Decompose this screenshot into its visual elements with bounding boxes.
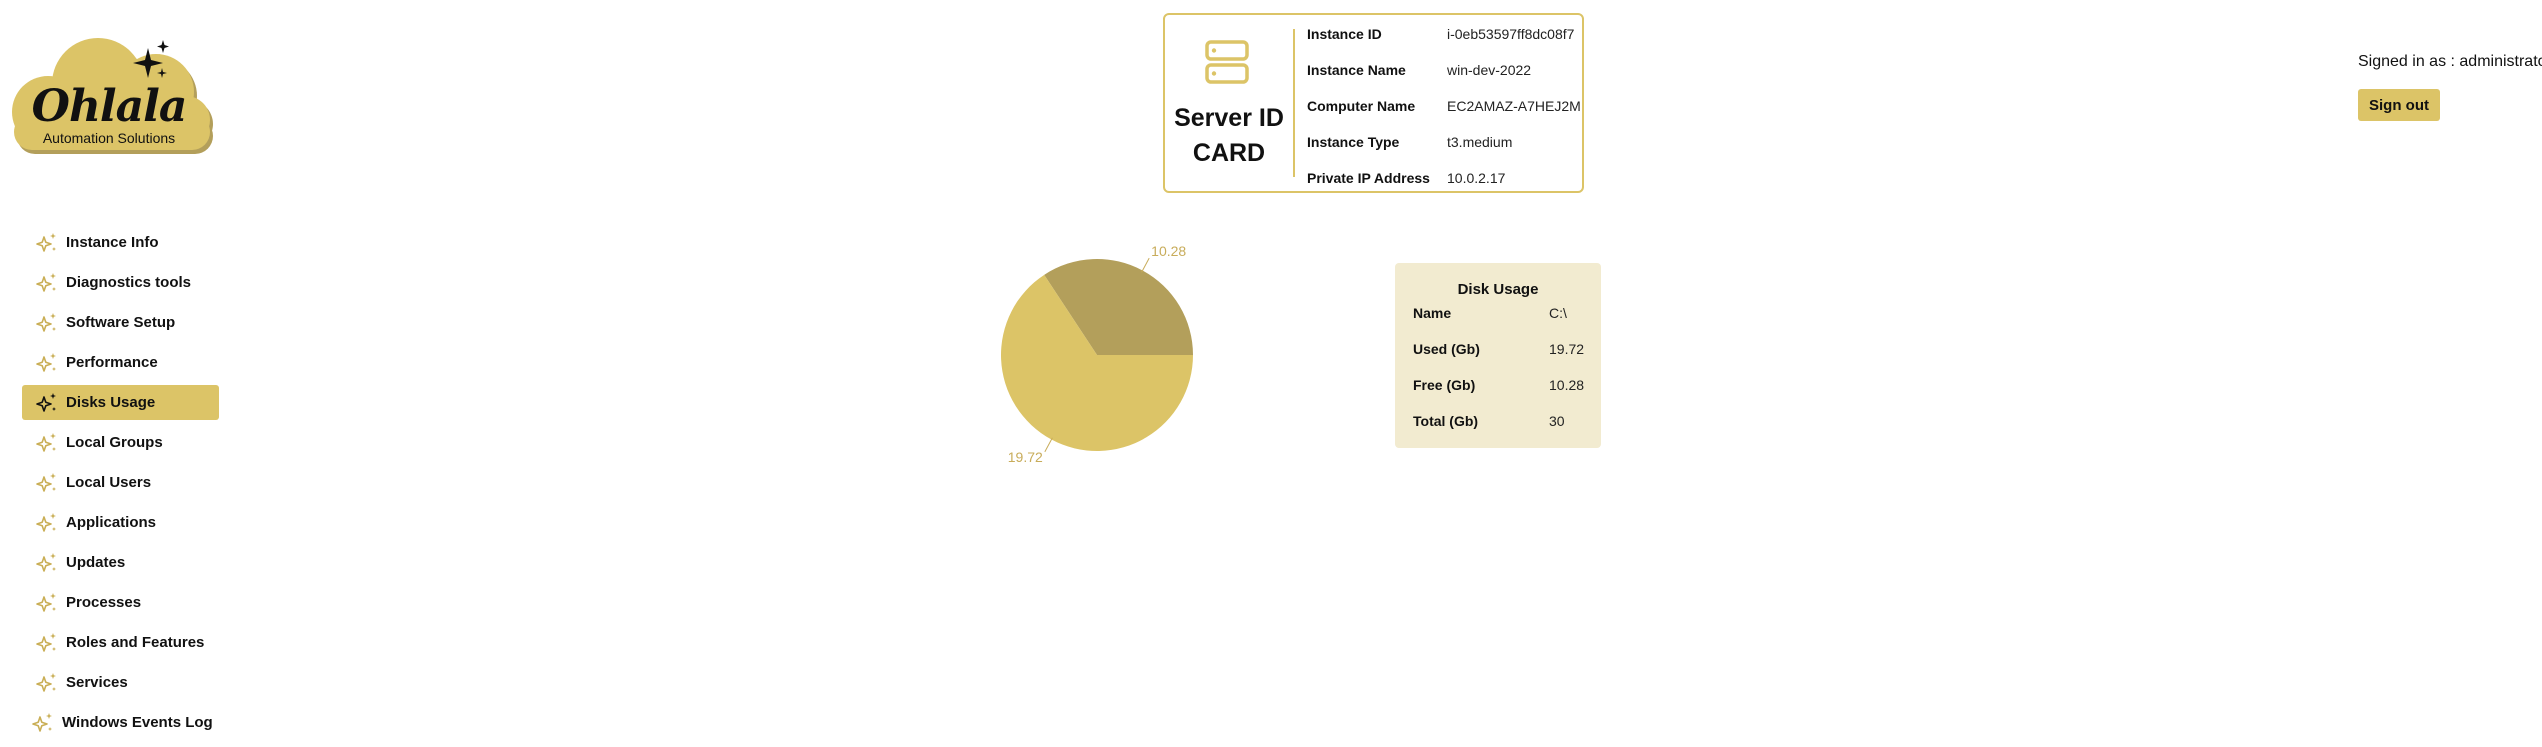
- sidebar-item-label: Diagnostics tools: [66, 274, 192, 291]
- private-ip-label: Private IP Address: [1307, 170, 1430, 186]
- sidebar-item-label: Local Groups: [66, 434, 163, 451]
- sparkle-icon: [36, 312, 56, 332]
- instance-id-value: i-0eb53597ff8dc08f7: [1447, 26, 1575, 42]
- sidebar-item-label: Windows Events Log: [62, 714, 213, 731]
- sparkle-icon: [36, 272, 56, 292]
- pie-leader-line-1: [1044, 437, 1053, 453]
- sidebar-item-label: Services: [66, 674, 128, 691]
- pie-label-0: 10.28: [1151, 243, 1186, 259]
- sidebar-item-local-groups[interactable]: Local Groups: [22, 425, 219, 460]
- sparkle-icon: [36, 232, 56, 252]
- sidebar-item-label: Performance: [66, 354, 158, 371]
- sparkle-icon: [36, 592, 56, 612]
- sidebar-item-disks-usage[interactable]: Disks Usage: [22, 385, 219, 420]
- sidebar-item-applications[interactable]: Applications: [22, 505, 219, 540]
- sidebar-item-windows-events-log[interactable]: Windows Events Log: [22, 705, 219, 740]
- sidebar-item-roles-and-features[interactable]: Roles and Features: [22, 625, 219, 660]
- server-id-card: Server ID CARD Instance ID i-0eb53597ff8…: [1163, 13, 1584, 193]
- sidebar-item-updates[interactable]: Updates: [22, 545, 219, 580]
- instance-type-label: Instance Type: [1307, 134, 1400, 150]
- disk-usage-pie-chart: 10.28 19.72: [1001, 243, 1193, 465]
- instance-id-label: Instance ID: [1307, 26, 1382, 42]
- disk-name-label: Name: [1413, 305, 1452, 321]
- sign-out-button[interactable]: Sign out: [2358, 89, 2440, 121]
- card-title: Server ID CARD: [1165, 101, 1293, 171]
- sparkle-icon: [32, 712, 52, 732]
- sidebar-item-local-users[interactable]: Local Users: [22, 465, 219, 500]
- sidebar-item-processes[interactable]: Processes: [22, 585, 219, 620]
- sparkle-icon: [36, 352, 56, 372]
- instance-name-value: win-dev-2022: [1447, 62, 1532, 78]
- brand-tagline: Automation Solutions: [42, 130, 176, 146]
- disk-usage-card: Disk Usage Name C:\ Used (Gb) 19.72 Free…: [1395, 263, 1601, 448]
- disk-total-label: Total (Gb): [1413, 413, 1479, 429]
- sidebar-item-label: Processes: [66, 594, 142, 611]
- disk-used-value: 19.72: [1549, 341, 1585, 357]
- card-title-line1: Server ID: [1174, 104, 1284, 132]
- pie-label-1: 19.72: [1008, 449, 1043, 465]
- disk-free-label: Free (Gb): [1413, 377, 1476, 393]
- sidebar-item-label: Disks Usage: [66, 394, 156, 411]
- card-title-line2: CARD: [1192, 139, 1266, 167]
- sidebar-item-services[interactable]: Services: [22, 665, 219, 700]
- pie-leader-line-0: [1141, 257, 1150, 273]
- sidebar-item-label: Local Users: [66, 474, 152, 491]
- disk-free-value: 10.28: [1549, 377, 1585, 393]
- sidebar-item-label: Software Setup: [66, 314, 176, 331]
- card-divider: [1293, 29, 1295, 177]
- sparkle-icon: [36, 472, 56, 492]
- disk-used-label: Used (Gb): [1413, 341, 1480, 357]
- brand-name: Ohlala: [31, 81, 188, 132]
- computer-name-value: EC2AMAZ-A7HEJ2M: [1447, 98, 1581, 114]
- instance-name-label: Instance Name: [1307, 62, 1406, 78]
- sparkle-icon: [36, 552, 56, 572]
- brand-logo: Ohlala Automation Solutions: [6, 34, 216, 164]
- sparkle-icon: [36, 512, 56, 532]
- sidebar-item-diagnostics-tools[interactable]: Diagnostics tools: [22, 265, 219, 300]
- private-ip-value: 10.0.2.17: [1447, 170, 1506, 186]
- disk-name-value: C:\: [1549, 305, 1567, 321]
- computer-name-label: Computer Name: [1307, 98, 1416, 114]
- sidebar-item-label: Roles and Features: [66, 634, 205, 651]
- disk-total-value: 30: [1549, 413, 1565, 429]
- sidebar-item-label: Instance Info: [66, 234, 159, 251]
- instance-type-value: t3.medium: [1447, 134, 1513, 150]
- sparkle-icon: [36, 432, 56, 452]
- server-icon: [1205, 40, 1249, 84]
- sparkle-icon: [36, 672, 56, 692]
- sidebar-item-performance[interactable]: Performance: [22, 345, 219, 380]
- disk-usage-title: Disk Usage: [1457, 281, 1539, 298]
- sidebar-item-label: Applications: [66, 514, 157, 531]
- sidebar-item-software-setup[interactable]: Software Setup: [22, 305, 219, 340]
- server-id-card-header: Server ID CARD: [1165, 15, 1293, 191]
- sidebar-item-label: Updates: [66, 554, 126, 571]
- sparkle-icon: [36, 392, 56, 412]
- sidebar-item-instance-info[interactable]: Instance Info: [22, 225, 219, 260]
- signed-in-text: Signed in as : administrator: [2358, 53, 2542, 70]
- sparkle-icon: [36, 632, 56, 652]
